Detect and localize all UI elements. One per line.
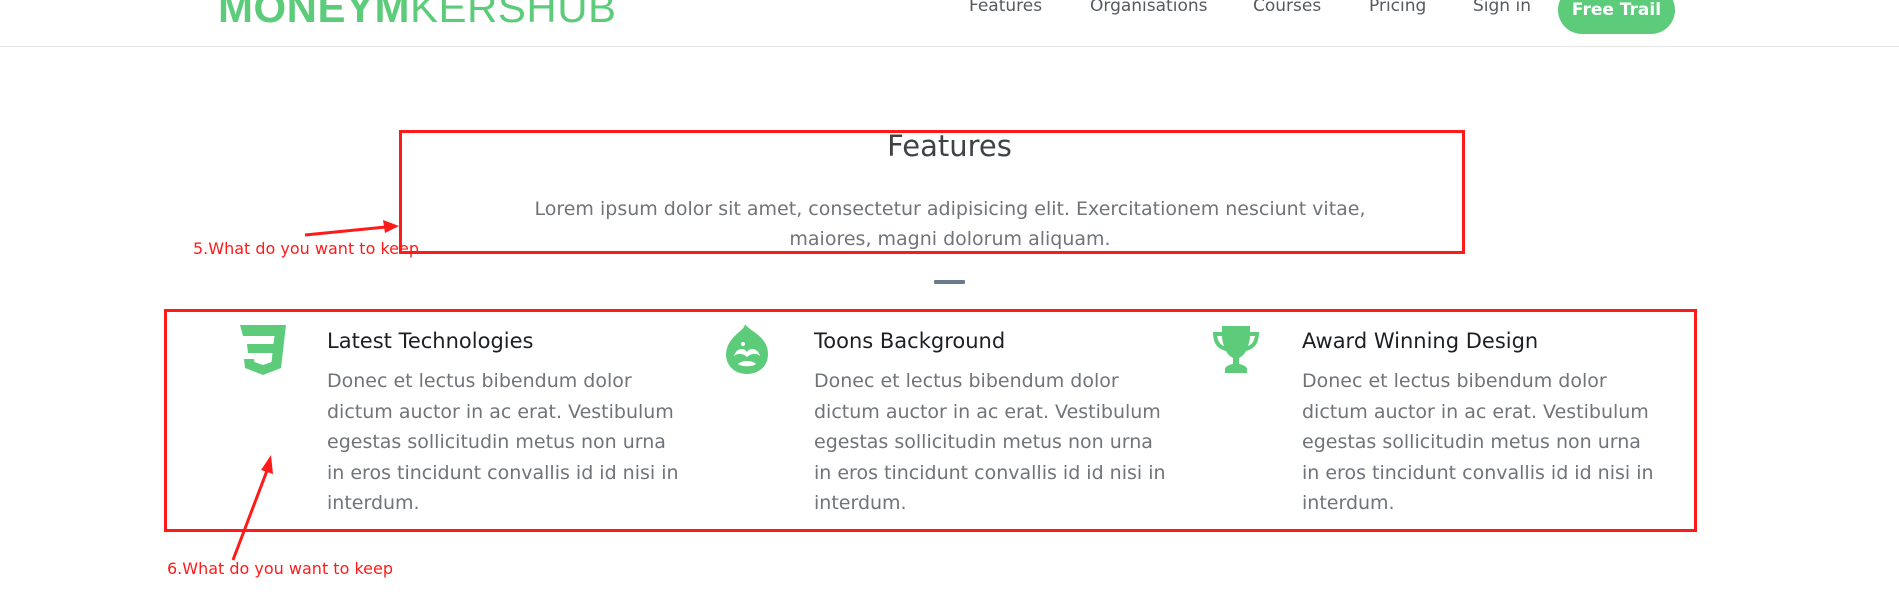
nav-link-pricing[interactable]: Pricing [1369,0,1426,17]
nav-link-organisations[interactable]: Organisations [1090,0,1207,17]
nav-link-features[interactable]: Features [969,0,1042,17]
annotation-arrow-5 [304,225,387,237]
site-header: MONEYMKERSHUB Features Organisations Cou… [0,0,1899,47]
annotation-box-features [164,309,1697,532]
free-trial-button[interactable]: Free Trail [1558,0,1675,34]
annotation-arrowhead-5 [383,220,399,233]
nav-link-sign-in[interactable]: Sign in [1473,0,1531,17]
nav-link-courses[interactable]: Courses [1253,0,1321,17]
annotation-box-intro [399,130,1465,254]
section-divider [934,280,965,284]
annotation-note-5: 5.What do you want to keep [193,239,419,258]
annotation-note-6: 6.What do you want to keep [167,559,393,578]
